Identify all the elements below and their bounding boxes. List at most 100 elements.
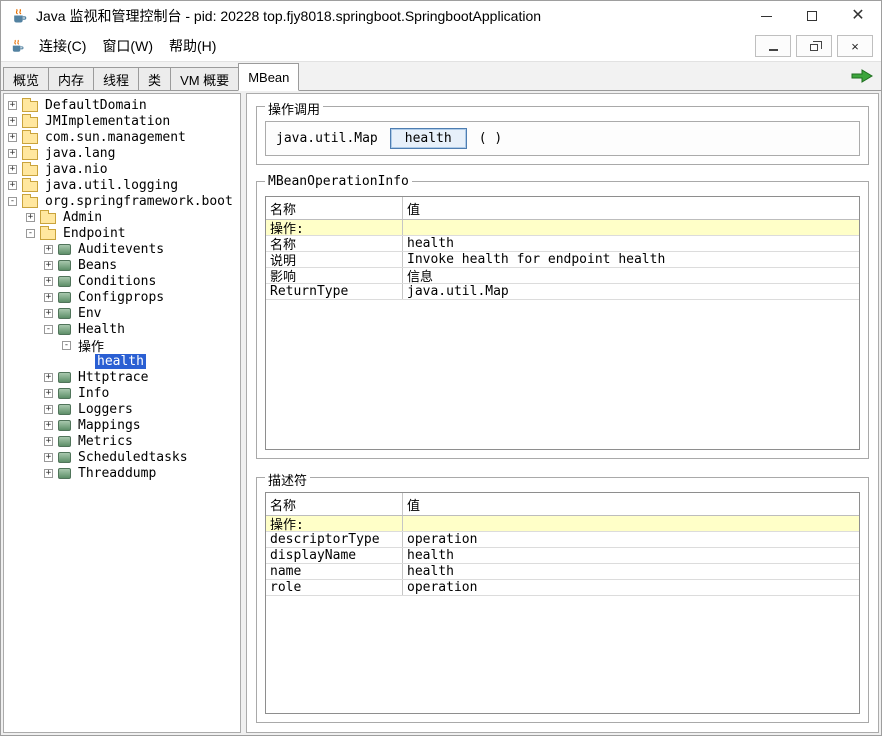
expand-handle-icon[interactable]: + — [8, 149, 17, 158]
tree-item-Conditions[interactable]: +Conditions — [4, 273, 240, 289]
tree-item-Httptrace[interactable]: +Httptrace — [4, 369, 240, 385]
tree-item-java.lang[interactable]: + java.lang — [4, 145, 240, 161]
menu-connection[interactable]: 连接(C) — [31, 32, 94, 60]
table-row[interactable]: ReturnTypejava.util.Map — [266, 284, 859, 300]
tree-item-Auditevents[interactable]: + Auditevents — [4, 241, 240, 257]
tree-item-Threaddump[interactable]: +Threaddump — [4, 465, 240, 481]
java-logo-icon — [10, 7, 28, 25]
expand-handle-icon[interactable]: + — [44, 469, 53, 478]
expand-handle-icon[interactable]: + — [44, 405, 53, 414]
expand-handle-icon[interactable]: + — [8, 181, 17, 190]
tree-item-DefaultDomain[interactable]: +DefaultDomain — [4, 97, 240, 113]
tree-item-Metrics[interactable]: +Metrics — [4, 433, 240, 449]
expand-handle-icon[interactable]: + — [44, 277, 53, 286]
maximize-icon — [807, 11, 817, 21]
tree-item-org.springframework.boot[interactable]: -org.springframework.boot — [4, 193, 240, 209]
frame-minimize-button[interactable] — [755, 35, 791, 57]
property-name: name — [266, 564, 403, 579]
invoke-health-button[interactable]: health — [390, 128, 467, 149]
tree-item-Beans[interactable]: + Beans — [4, 257, 240, 273]
tree-item-label: Auditevents — [76, 242, 166, 257]
frame-close-button[interactable]: × — [837, 35, 873, 57]
tree-item-Health[interactable]: -Health — [4, 321, 240, 337]
table-row[interactable]: namehealth — [266, 564, 859, 580]
table-row[interactable]: displayNamehealth — [266, 548, 859, 564]
mbean-icon — [58, 292, 71, 303]
expand-handle-icon[interactable]: + — [44, 453, 53, 462]
expand-handle-icon[interactable]: + — [26, 213, 35, 222]
tree-item-Configprops[interactable]: + Configprops — [4, 289, 240, 305]
tab-overview[interactable]: 概览 — [3, 67, 49, 90]
menu-help[interactable]: 帮助(H) — [161, 32, 224, 60]
table-row[interactable]: roleoperation — [266, 580, 859, 596]
expand-handle-icon[interactable]: + — [44, 389, 53, 398]
tree-item-label: Mappings — [76, 418, 143, 433]
expand-handle-icon[interactable]: + — [44, 293, 53, 302]
expand-handle-icon[interactable]: + — [44, 421, 53, 430]
tab-mbeans[interactable]: MBean — [238, 63, 299, 91]
tree-item-label: JMImplementation — [43, 114, 172, 129]
tree-item-操作[interactable]: -操作 — [4, 337, 240, 353]
tree-item-Endpoint[interactable]: -Endpoint — [4, 225, 240, 241]
expand-handle-icon[interactable]: + — [8, 165, 17, 174]
tree-item-label: Configprops — [76, 290, 166, 305]
expand-handle-icon[interactable]: + — [8, 117, 17, 126]
property-value: operation — [403, 532, 859, 547]
tab-memory[interactable]: 内存 — [48, 67, 94, 90]
tab-classes[interactable]: 类 — [138, 67, 171, 90]
tree-item-Mappings[interactable]: + Mappings — [4, 417, 240, 433]
tree-item-java.nio[interactable]: +java.nio — [4, 161, 240, 177]
tree-item-java.util.logging[interactable]: +java.util.logging — [4, 177, 240, 193]
folder-icon — [22, 181, 38, 192]
maximize-button[interactable] — [789, 1, 835, 31]
table-row[interactable]: descriptorTypeoperation — [266, 532, 859, 548]
tree-item-label: Info — [76, 386, 111, 401]
tab-list: 概览内存线程类VM 概要MBean — [3, 62, 298, 90]
property-value — [403, 220, 859, 235]
mbean-icon — [58, 468, 71, 479]
tree-item-Scheduledtasks[interactable]: +Scheduledtasks — [4, 449, 240, 465]
expand-handle-icon[interactable]: + — [8, 101, 17, 110]
mbean-icon — [58, 404, 71, 415]
collapse-handle-icon[interactable]: - — [8, 197, 17, 206]
tree-item-com.sun.management[interactable]: + com.sun.management — [4, 129, 240, 145]
expand-handle-icon[interactable]: + — [44, 309, 53, 318]
tree-item-health[interactable]: health — [4, 353, 240, 369]
collapse-handle-icon[interactable]: - — [26, 229, 35, 238]
collapse-handle-icon[interactable]: - — [62, 341, 71, 350]
minimize-icon — [761, 16, 772, 17]
table-row[interactable]: 名称health — [266, 236, 859, 252]
expand-handle-icon[interactable]: + — [44, 245, 53, 254]
expand-handle-icon[interactable]: + — [44, 261, 53, 270]
operation-row: java.util.Map health ( ) — [265, 121, 860, 156]
mbean-icon — [58, 388, 71, 399]
table-row[interactable]: 影响信息 — [266, 268, 859, 284]
close-button[interactable]: ✕ — [835, 1, 881, 31]
tree-item-label: 操作 — [76, 336, 106, 355]
expand-handle-icon[interactable]: + — [44, 437, 53, 446]
menu-window[interactable]: 窗口(W) — [94, 32, 161, 60]
table-row[interactable]: 操作: — [266, 220, 859, 236]
expand-handle-icon[interactable]: + — [8, 133, 17, 142]
tree-item-label: java.lang — [43, 146, 117, 161]
mbean-icon — [58, 420, 71, 431]
collapse-handle-icon[interactable]: - — [44, 325, 53, 334]
tree-item-Info[interactable]: + Info — [4, 385, 240, 401]
tree-item-JMImplementation[interactable]: + JMImplementation — [4, 113, 240, 129]
property-value: operation — [403, 580, 859, 595]
table-row[interactable]: 操作: — [266, 516, 859, 532]
frame-restore-button[interactable] — [796, 35, 832, 57]
tree-item-Loggers[interactable]: +Loggers — [4, 401, 240, 417]
tab-vm-summary[interactable]: VM 概要 — [170, 67, 239, 90]
table-row[interactable]: 说明Invoke health for endpoint health — [266, 252, 859, 268]
tab-threads[interactable]: 线程 — [93, 67, 139, 90]
tree-item-Admin[interactable]: +Admin — [4, 209, 240, 225]
tree-item-Env[interactable]: + Env — [4, 305, 240, 321]
tree-item-label: Env — [76, 306, 103, 321]
operation-invocation-title: 操作调用 — [265, 99, 323, 118]
minimize-button[interactable] — [743, 1, 789, 31]
tree-item-label: Beans — [76, 258, 119, 273]
tree-item-label: com.sun.management — [43, 130, 188, 145]
mbean-icon — [58, 324, 71, 335]
expand-handle-icon[interactable]: + — [44, 373, 53, 382]
